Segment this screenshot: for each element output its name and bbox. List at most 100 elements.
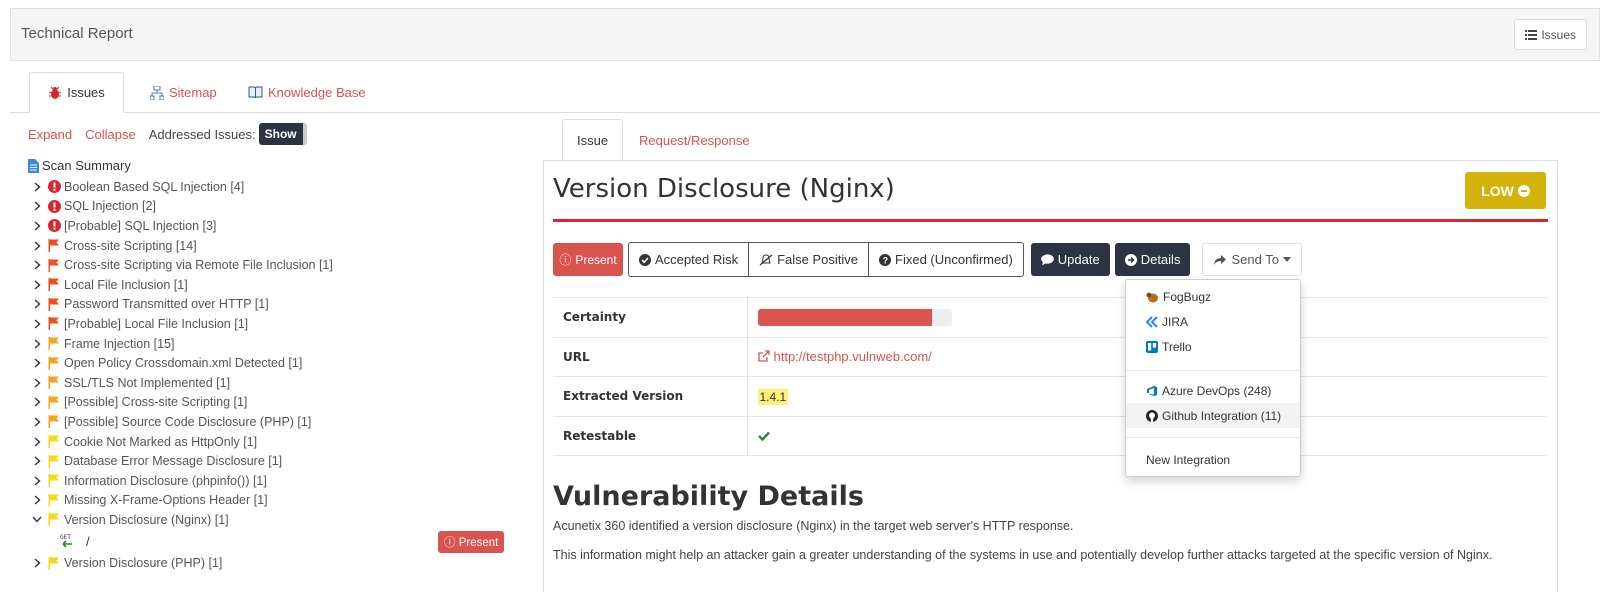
menu-item-azure-devops[interactable]: Azure DevOps (248) [1126,378,1300,403]
menu-item-label: FogBugz [1163,289,1212,304]
external-link-icon [757,350,770,362]
tab-knowledge-base[interactable]: Knowledge Base [248,72,366,113]
issues-button-label: Issues [1541,27,1576,42]
tree-request-row[interactable]: GET / ⓘ Present [60,530,528,554]
check-icon [757,431,770,441]
tree-item[interactable]: Version Disclosure (PHP) [1] [28,554,528,574]
send-to-dropdown: FogBugz JIRA Trello Azure DevOps (248) G… [1125,279,1301,477]
tree-item[interactable]: Open Policy Crossdomain.xml Detected [1] [28,353,528,373]
issue-tree-panel: Expand Collapse Addressed Issues: Show S… [28,122,528,592]
tree-item[interactable]: SQL Injection [2] [28,197,528,217]
tree-item-label: Local File Inclusion [1] [64,277,188,292]
chevron-right-icon[interactable] [30,558,44,569]
chevron-down-icon[interactable] [30,516,44,523]
addressed-issues-toggle[interactable]: Show [258,123,307,145]
update-label: Update [1057,252,1100,267]
menu-item-label: New Integration [1146,452,1231,467]
issue-tree-continued: Version Disclosure (PHP) [1] [28,554,528,574]
tree-item[interactable]: Database Error Message Disclosure [1] [28,451,528,471]
tree-item[interactable]: Cross-site Scripting via Remote File Inc… [28,255,528,275]
menu-item-label: JIRA [1162,314,1189,329]
certainty-bar [757,308,952,326]
status-button-group: Accepted Risk False Positive ? Fixed (Un… [628,242,1024,277]
tree-item[interactable]: Cookie Not Marked as HttpOnly [1] [28,432,528,452]
tree-item[interactable]: Frame Injection [15] [28,334,528,354]
tree-item[interactable]: Boolean Based SQL Injection [4] [28,177,528,197]
tree-item[interactable]: Version Disclosure (Nginx) [1] [28,510,528,530]
chevron-right-icon[interactable] [30,339,44,349]
menu-item-trello[interactable]: Trello [1126,334,1300,359]
chevron-right-icon[interactable] [30,358,44,368]
tree-item[interactable]: Local File Inclusion [1] [28,275,528,295]
false-positive-button[interactable]: False Positive [749,243,870,276]
tree-item-label: Boolean Based SQL Injection [4] [64,179,245,194]
details-button[interactable]: Details [1114,243,1191,276]
tree-item[interactable]: [Possible] Cross-site Scripting [1] [28,393,528,413]
update-button[interactable]: Update [1030,243,1110,276]
chevron-right-icon[interactable] [30,280,44,290]
title-divider [553,219,1548,222]
tree-item[interactable]: Missing X-Frame-Options Header [1] [28,491,528,511]
tree-item-label: Missing X-Frame-Options Header [1] [64,493,268,508]
target-url-link[interactable]: http://testphp.vulnweb.com/ [757,349,932,364]
issues-button[interactable]: Issues [1514,19,1587,50]
trello-icon [1146,340,1158,353]
fixed-unconfirmed-button[interactable]: ? Fixed (Unconfirmed) [869,243,1023,276]
tab-knowledge-base-label: Knowledge Base [268,85,366,100]
present-status-button[interactable]: ⓘ Present [553,243,623,276]
menu-divider [1126,370,1300,371]
tree-item[interactable]: Information Disclosure (phpinfo()) [1] [28,471,528,491]
flag-icon [48,415,60,429]
tree-item[interactable]: Password Transmitted over HTTP [1] [28,295,528,315]
tree-item-label: [Possible] Source Code Disclosure (PHP) … [64,414,312,429]
chevron-right-icon[interactable] [30,299,44,309]
chevron-right-icon[interactable] [30,495,44,505]
tree-item[interactable]: [Probable] Local File Inclusion [1] [28,314,528,334]
chevron-right-icon[interactable] [30,260,44,270]
menu-item-new-integration[interactable]: New Integration [1126,447,1300,472]
azure-devops-icon [1146,385,1158,397]
tab-request-response[interactable]: Request/Response [639,119,750,161]
tab-issue[interactable]: Issue [562,119,624,161]
flag-icon [48,376,60,390]
chevron-right-icon[interactable] [30,319,44,329]
tree-item[interactable]: Cross-site Scripting [14] [28,236,528,256]
send-to-button[interactable]: Send To [1202,243,1302,276]
menu-item-github[interactable]: Github Integration (11) [1126,403,1300,428]
chevron-right-icon[interactable] [30,417,44,427]
tree-item-label: Information Disclosure (phpinfo()) [1] [64,473,267,488]
chevron-right-icon[interactable] [30,397,44,407]
issue-detail-panel: Version Disclosure (Nginx) LOW ⓘ Present… [543,160,1558,592]
tab-sitemap-label: Sitemap [169,85,217,100]
flag-icon [48,395,60,409]
tab-sitemap[interactable]: Sitemap [150,72,217,113]
chevron-right-icon[interactable] [30,201,44,211]
tree-item[interactable]: [Possible] Source Code Disclosure (PHP) … [28,412,528,432]
chevron-right-icon[interactable] [30,182,44,192]
accepted-risk-label: Accepted Risk [655,252,739,267]
fogbugz-icon [1146,291,1159,303]
flag-icon [48,435,60,449]
chevron-right-icon[interactable] [30,221,44,231]
tab-issues[interactable]: Issues [29,72,124,113]
chevron-right-icon[interactable] [30,378,44,388]
version-highlight: 1.4.1 [757,388,789,405]
menu-item-fogbugz[interactable]: FogBugz [1126,284,1300,309]
vulnerability-details-heading: Vulnerability Details [553,481,864,512]
chevron-right-icon[interactable] [30,476,44,486]
chevron-right-icon[interactable] [30,436,44,447]
chevron-right-icon[interactable] [30,241,44,251]
tree-item[interactable]: SSL/TLS Not Implemented [1] [28,373,528,393]
chevron-right-icon[interactable] [30,456,44,466]
present-label: Present [575,252,617,267]
question-circle-icon: ? [879,253,892,266]
scan-summary-link[interactable]: Scan Summary [28,158,528,173]
expand-link[interactable]: Expand [28,127,72,142]
flag-icon [48,556,60,570]
bug-icon [48,86,62,100]
tree-item-label: Cross-site Scripting [14] [64,238,197,253]
collapse-link[interactable]: Collapse [85,127,136,142]
menu-item-jira[interactable]: JIRA [1126,309,1300,334]
tree-item[interactable]: [Probable] SQL Injection [3] [28,216,528,236]
accepted-risk-button[interactable]: Accepted Risk [629,243,750,276]
